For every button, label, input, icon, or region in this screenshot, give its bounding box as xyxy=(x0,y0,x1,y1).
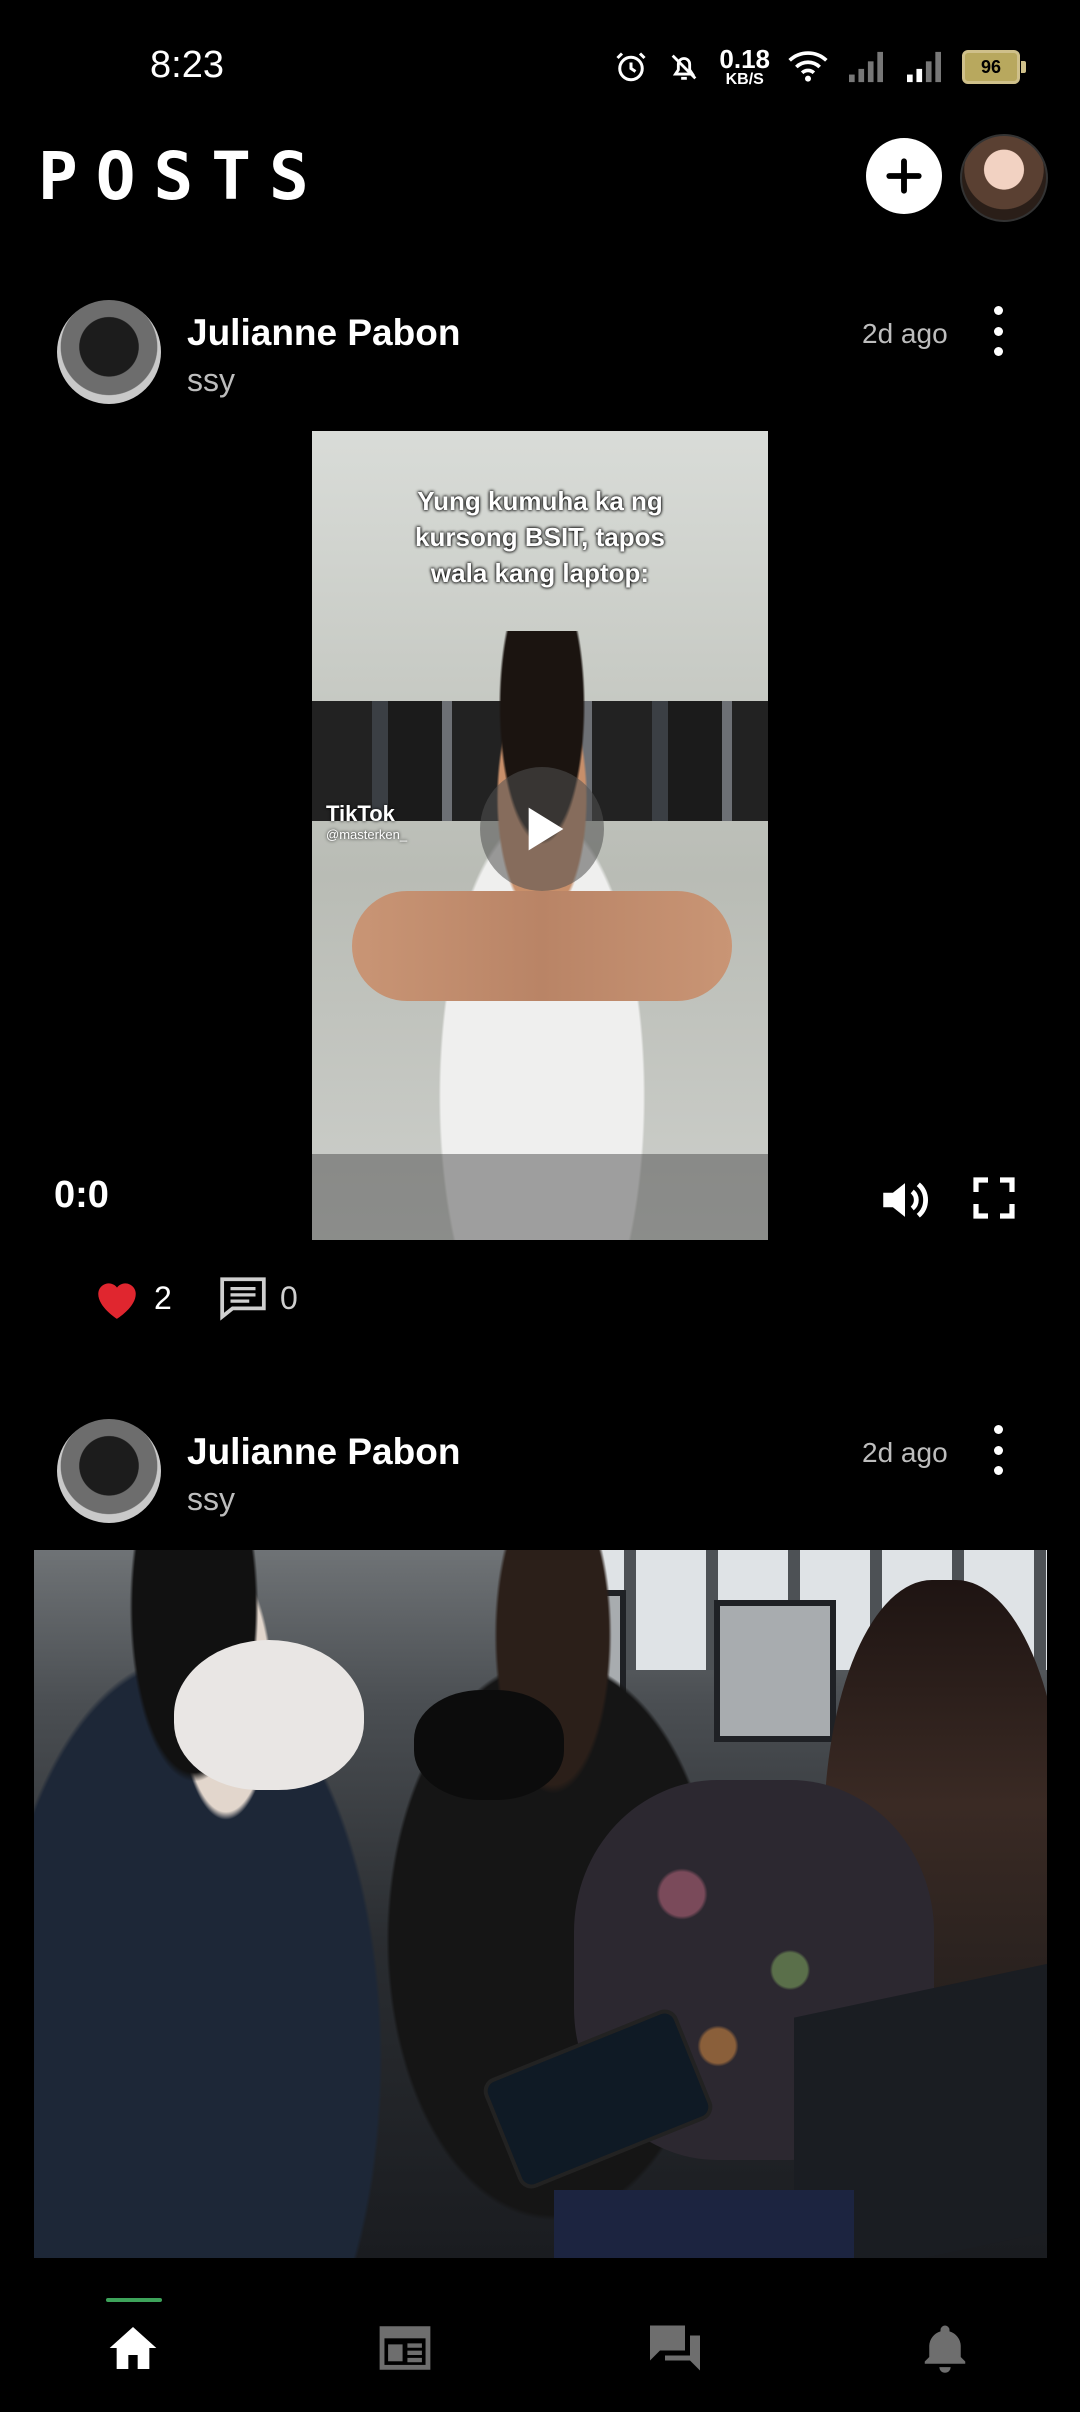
heart-icon xyxy=(98,1283,136,1319)
volume-icon xyxy=(883,1182,929,1218)
nav-notifications[interactable] xyxy=(900,2308,990,2388)
signal-icon-1 xyxy=(849,51,883,83)
bottom-navigation xyxy=(0,2268,1080,2412)
fullscreen-icon xyxy=(973,1177,1015,1219)
post-timestamp: 2d ago xyxy=(862,318,948,349)
nav-chat[interactable] xyxy=(630,2308,720,2388)
feed-icon xyxy=(379,2326,431,2370)
net-speed: 0.18 KB/S xyxy=(719,46,770,88)
net-speed-value: 0.18 xyxy=(719,44,770,74)
alarm-icon xyxy=(616,52,646,82)
post-subtitle: ssy xyxy=(187,362,235,398)
post-image[interactable] xyxy=(34,1550,1047,2258)
video-subject-arms xyxy=(352,891,732,1001)
fullscreen-button[interactable] xyxy=(970,1174,1018,1227)
post-author-avatar[interactable] xyxy=(57,300,161,404)
bell-icon xyxy=(924,2325,966,2373)
play-icon xyxy=(528,807,564,851)
wifi-icon xyxy=(788,51,828,82)
post-video[interactable]: Yung kumuha ka ng kursong BSIT, tapos wa… xyxy=(312,431,768,1240)
status-time: 8:23 xyxy=(150,44,224,86)
video-controls-bar xyxy=(312,1154,768,1240)
post-subtitle: ssy xyxy=(187,1481,235,1517)
post-author-avatar[interactable] xyxy=(57,1419,161,1523)
video-caption: Yung kumuha ka ng kursong BSIT, tapos wa… xyxy=(312,483,768,591)
chat-icon xyxy=(650,2325,700,2371)
video-caption-line: kursong BSIT, tapos xyxy=(415,522,665,552)
post-author-name[interactable]: Julianne Pabon xyxy=(187,312,460,354)
home-icon xyxy=(109,2327,157,2369)
play-button[interactable] xyxy=(480,767,604,891)
plus-icon xyxy=(886,158,922,194)
volume-button[interactable] xyxy=(876,1171,934,1234)
comment-icon xyxy=(220,1277,266,1321)
more-options-icon[interactable] xyxy=(984,306,1012,356)
tiktok-handle: @masterken_ xyxy=(326,827,408,842)
comment-button[interactable]: 0 xyxy=(218,1275,298,1321)
status-bar: 8:23 0.18 KB/S 96 xyxy=(0,0,1080,130)
comment-count: 0 xyxy=(280,1279,298,1316)
like-count: 2 xyxy=(154,1279,172,1316)
nav-home[interactable] xyxy=(88,2308,178,2388)
video-caption-line: Yung kumuha ka ng xyxy=(417,486,663,516)
status-icons: 0.18 KB/S 96 xyxy=(613,42,1026,92)
nav-active-indicator xyxy=(106,2298,162,2302)
battery-indicator: 96 xyxy=(962,50,1026,84)
video-caption-line: wala kang laptop: xyxy=(430,558,650,588)
page-title: POSTS xyxy=(38,138,327,215)
profile-avatar[interactable] xyxy=(960,134,1048,222)
tiktok-logo-text: TikTok xyxy=(326,801,395,826)
like-button[interactable]: 2 xyxy=(92,1275,172,1321)
photo-mask xyxy=(174,1640,364,1790)
post-timestamp: 2d ago xyxy=(862,1437,948,1468)
photo-mask xyxy=(414,1690,564,1800)
bell-off-icon xyxy=(672,54,697,80)
net-speed-unit: KB/S xyxy=(725,71,764,88)
post-author-name[interactable]: Julianne Pabon xyxy=(187,1431,460,1473)
tiktok-watermark: TikTok @masterken_ xyxy=(326,801,407,842)
video-time: 0:0 xyxy=(54,1174,109,1216)
add-post-button[interactable] xyxy=(866,138,942,214)
photo-keyboard xyxy=(554,2190,854,2258)
more-options-icon[interactable] xyxy=(984,1425,1012,1475)
signal-icon-2 xyxy=(907,51,941,83)
nav-feed[interactable] xyxy=(360,2308,450,2388)
